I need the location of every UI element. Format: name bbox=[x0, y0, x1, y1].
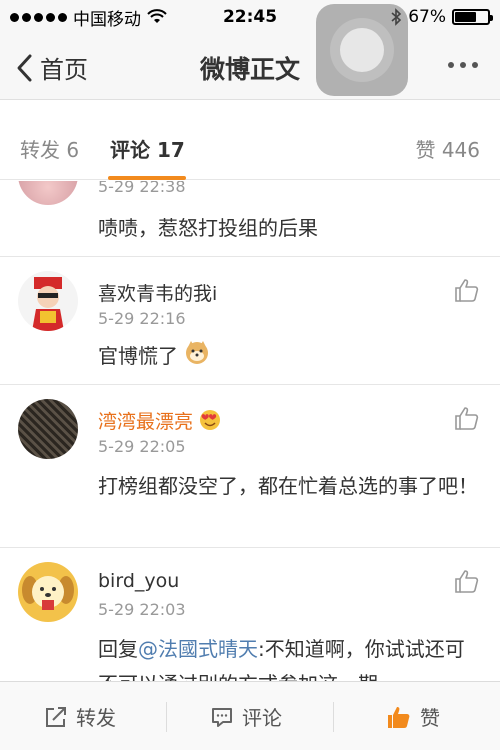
comment-time: 5-29 22:03 bbox=[98, 600, 186, 619]
like-filled-icon bbox=[388, 706, 410, 728]
tab-likes[interactable]: 赞 446 bbox=[415, 134, 480, 163]
avatar[interactable] bbox=[18, 271, 78, 331]
like-icon[interactable] bbox=[454, 568, 480, 594]
comment-time: 5-29 22:05 bbox=[98, 437, 186, 456]
mention-link[interactable]: @法國式晴天 bbox=[138, 637, 258, 661]
comment-username-text: 湾湾最漂亮 bbox=[98, 411, 194, 433]
comment-username[interactable]: bird_you bbox=[98, 570, 179, 592]
comment-time: 5-29 22:38 bbox=[98, 181, 186, 196]
battery-percent: 67% bbox=[408, 7, 446, 27]
heart-eyes-emoji-icon bbox=[199, 409, 221, 436]
carrier-label: 中国移动 bbox=[73, 9, 141, 30]
comment-text: 回复@法國式晴天:不知道啊，你试试还可不可以通过别的方式参加这一期 bbox=[98, 632, 480, 681]
comment-button[interactable]: 评论 bbox=[210, 682, 282, 750]
signal-icon bbox=[10, 12, 67, 22]
tab-bar: 转发 6 评论 17 赞 446 bbox=[0, 110, 500, 180]
tab-reposts[interactable]: 转发 6 bbox=[20, 134, 79, 163]
repost-icon bbox=[46, 706, 66, 727]
wifi-icon bbox=[147, 9, 167, 23]
comment-item: 5-29 22:38 啧啧，惹怒打投组的后果 bbox=[0, 181, 500, 257]
comment-item: 湾湾最漂亮 5-29 22:05 打榜组都没空了，都在忙着总选的事了吧！ bbox=[0, 385, 500, 548]
comment-item: 喜欢青韦的我i 5-29 22:16 官博慌了 bbox=[0, 257, 500, 385]
battery-icon bbox=[452, 9, 493, 25]
comment-username[interactable]: 湾湾最漂亮 bbox=[98, 407, 221, 436]
comment-time: 5-29 22:16 bbox=[98, 309, 186, 328]
like-icon[interactable] bbox=[454, 277, 480, 303]
avatar[interactable] bbox=[18, 181, 78, 205]
like-label: 赞 bbox=[420, 706, 440, 730]
repost-button[interactable]: 转发 bbox=[44, 682, 116, 750]
comment-username[interactable]: 喜欢青韦的我i bbox=[98, 279, 217, 306]
comment-text: 官博慌了 bbox=[98, 339, 480, 376]
divider bbox=[333, 702, 334, 732]
tab-comments[interactable]: 评论 17 bbox=[110, 134, 185, 163]
status-left: 中国移动 bbox=[10, 5, 167, 30]
comment-text: 啧啧，惹怒打投组的后果 bbox=[98, 216, 318, 240]
active-tab-indicator bbox=[108, 176, 186, 180]
nav-bar: 首页 微博正文 bbox=[0, 34, 500, 100]
assistive-touch-button[interactable] bbox=[316, 4, 408, 96]
comment-icon bbox=[212, 707, 232, 727]
more-options-button[interactable] bbox=[448, 62, 478, 68]
comment-label: 评论 bbox=[242, 706, 282, 730]
like-icon[interactable] bbox=[454, 405, 480, 431]
repost-label: 转发 bbox=[76, 706, 116, 730]
avatar[interactable] bbox=[18, 562, 78, 622]
status-bar: 中国移动 22:45 67% bbox=[0, 0, 500, 34]
back-button[interactable]: 首页 bbox=[14, 50, 88, 85]
divider bbox=[166, 702, 167, 732]
comment-item: bird_you 5-29 22:03 回复@法國式晴天:不知道啊，你试试还可不… bbox=[0, 548, 500, 681]
back-label: 首页 bbox=[40, 56, 88, 84]
comment-list: 5-29 22:38 啧啧，惹怒打投组的后果 喜欢青韦的我i 5-29 22:1… bbox=[0, 181, 500, 681]
chevron-left-icon bbox=[17, 54, 32, 81]
reply-prefix: 回复 bbox=[98, 637, 138, 661]
bottom-action-bar: 转发 评论 赞 bbox=[0, 681, 500, 750]
comment-text: 打榜组都没空了，都在忙着总选的事了吧！ bbox=[98, 474, 478, 498]
avatar[interactable] bbox=[18, 399, 78, 459]
doge-emoji-icon bbox=[184, 339, 210, 376]
comment-text-content: 官博慌了 bbox=[98, 344, 178, 368]
like-button[interactable]: 赞 bbox=[386, 682, 440, 750]
